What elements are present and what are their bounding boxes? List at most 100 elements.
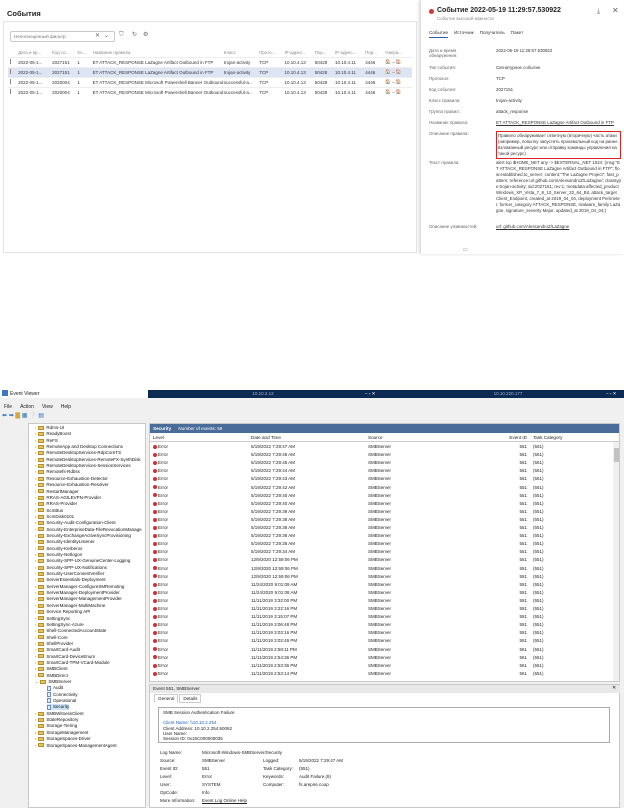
refresh-icon[interactable]: ↻ xyxy=(132,32,137,38)
expand-icon[interactable]: › xyxy=(35,577,36,582)
list-item[interactable]: Error 11/24/2020 9:01:09 AM SMBServer 551 (5… xyxy=(150,582,612,588)
tree-item[interactable]: › RestartManager xyxy=(35,489,79,495)
expand-icon[interactable]: › xyxy=(35,463,36,468)
back-icon[interactable]: ⬅ xyxy=(2,413,7,419)
tree-item[interactable]: › Security-Audit-Configuration-Client xyxy=(35,520,116,526)
list-item[interactable]: Error 5/19/2022 7:29:42 AM SMBServer 551 (55… xyxy=(150,485,612,491)
tree-item[interactable]: › StorageManagement xyxy=(35,730,88,736)
tree-item[interactable]: › StorageSpaces-ManagementAgent xyxy=(35,743,117,749)
tree-item[interactable]: Operational xyxy=(47,698,76,704)
expand-icon[interactable]: › xyxy=(35,647,36,652)
list-item[interactable]: Error 5/19/2022 7:29:34 AM SMBServer 551 (55… xyxy=(150,549,612,555)
expand-icon[interactable]: › xyxy=(35,457,36,462)
tree-item[interactable]: › ReFS xyxy=(35,438,58,444)
expand-icon[interactable]: › xyxy=(35,495,36,500)
tree-item[interactable]: › ServerManager-MultiMachine xyxy=(35,603,105,609)
properties-icon[interactable]: ▦ xyxy=(22,413,28,419)
tab-1[interactable]: Источник xyxy=(454,30,474,35)
tree-item[interactable]: › RemoteDesktopServices-RemoteFX-SynthDis… xyxy=(35,457,141,463)
column-source[interactable]: Source xyxy=(368,433,383,442)
tree-item[interactable]: › SMBClient xyxy=(35,666,68,672)
column-task-category[interactable]: Task Category xyxy=(533,433,562,442)
list-item[interactable]: Error 5/19/2022 7:29:47 AM SMBServer 551 (55… xyxy=(150,444,612,450)
list-item[interactable]: Error 11/11/2019 2:53:36 PM SMBServer 551 (5… xyxy=(150,663,612,669)
tree-item[interactable]: › ServerManager-ManagementProvider xyxy=(35,596,122,602)
tab-0[interactable]: Событие xyxy=(429,30,449,38)
tab-3[interactable]: Пакет xyxy=(511,30,523,35)
list-item[interactable]: Error 5/19/2022 7:29:38 AM SMBServer 551 (55… xyxy=(150,517,612,523)
list-item[interactable]: Error 11/11/2019 3:15:07 PM SMBServer 551 (5… xyxy=(150,614,612,620)
tab-details[interactable]: Details xyxy=(179,694,202,703)
tree-item[interactable]: › SettingSync-Azure xyxy=(35,622,84,628)
tree-item[interactable]: › ScmDisk0101 xyxy=(35,514,74,520)
expand-icon[interactable]: › xyxy=(35,666,36,671)
list-item[interactable]: Error 11/11/2019 3:32:00 PM SMBServer 551 (5… xyxy=(150,598,612,604)
expand-icon[interactable]: › xyxy=(35,489,36,494)
list-item[interactable]: Error 11/11/2019 2:54:36 PM SMBServer 551 (5… xyxy=(150,655,612,661)
expand-icon[interactable]: › xyxy=(35,609,36,614)
scrollbar[interactable] xyxy=(613,442,619,681)
list-item[interactable]: Error 5/19/2022 7:29:44 AM SMBServer 551 (55… xyxy=(150,468,612,474)
tree-item[interactable]: › Rdms-UI xyxy=(35,425,64,431)
scroll-thumb[interactable] xyxy=(614,448,619,462)
expand-icon[interactable]: › xyxy=(35,444,36,449)
tree-item[interactable]: › Resource-Exhaustion-Detector xyxy=(35,476,108,482)
tree-item[interactable]: › ServerEssentials-Deployment xyxy=(35,577,106,583)
expand-icon[interactable]: › xyxy=(35,476,36,481)
expand-icon[interactable]: › xyxy=(35,469,36,474)
list-item[interactable]: Error 11/11/2019 2:58:11 PM SMBServer 551 (5… xyxy=(150,647,612,653)
tree-item[interactable]: ⌄ SMBServer xyxy=(35,679,71,685)
list-item[interactable]: Error 12/9/2020 12:59:06 PM SMBServer 551 (5… xyxy=(150,557,612,563)
expand-icon[interactable]: › xyxy=(35,482,36,487)
expand-icon[interactable]: › xyxy=(35,539,36,544)
tree-item[interactable]: › Remotefs-Rdbss xyxy=(35,469,80,475)
tree-item[interactable]: › SMBDirect xyxy=(35,673,68,679)
list-item[interactable]: Error 5/19/2022 7:29:43 AM SMBServer 551 (55… xyxy=(150,476,612,482)
expand-icon[interactable]: ⌄ xyxy=(35,679,38,684)
tree-item[interactable]: › Resource-Exhaustion-Resolver xyxy=(35,482,109,488)
row-grip-icon[interactable] xyxy=(8,86,19,97)
list-item[interactable]: Error 5/19/2022 7:29:45 AM SMBServer 551 (55… xyxy=(150,460,612,466)
list-item[interactable]: Error 11/11/2019 3:06:48 PM SMBServer 551 (5… xyxy=(150,622,612,628)
expand-icon[interactable]: › xyxy=(35,584,36,589)
column-header[interactable]: Пор... xyxy=(365,49,385,57)
list-item[interactable]: Error 11/11/2019 3:02:49 PM SMBServer 551 (5… xyxy=(150,638,612,644)
tree-item[interactable]: › StorageSpaces-Driver xyxy=(35,736,91,742)
list-item[interactable]: Error 5/19/2022 7:29:40 AM SMBServer 551 (55… xyxy=(150,493,612,499)
expand-icon[interactable]: › xyxy=(35,552,36,557)
tree-item[interactable]: › Shell-ConnectedAccountState xyxy=(35,628,106,634)
tree-item[interactable]: Security xyxy=(47,704,70,711)
menu-item[interactable]: Action xyxy=(20,404,34,410)
online-help-link[interactable]: Event Log Online Help xyxy=(202,798,247,803)
column-header[interactable] xyxy=(8,49,18,57)
expand-icon[interactable]: › xyxy=(35,743,36,748)
tree-item[interactable]: › SmartCard-TPM-VCard-Module xyxy=(35,660,110,666)
tree-item[interactable]: › ReadyBoost xyxy=(35,431,71,437)
tree-item[interactable]: › RemoteApp and Desktop Connections xyxy=(35,444,123,450)
tree-item[interactable]: › Security-SPP-UX-GenuineCenter-Logging xyxy=(35,558,130,564)
expand-icon[interactable]: › xyxy=(35,558,36,563)
expand-icon[interactable]: › xyxy=(35,590,36,595)
column-event-id[interactable]: Event ID xyxy=(485,433,527,442)
expand-icon[interactable]: › xyxy=(35,622,36,627)
expand-icon[interactable]: › xyxy=(35,723,36,728)
tab-general[interactable]: General xyxy=(154,694,179,703)
tree-item[interactable]: › Security-Netlogon xyxy=(35,552,82,558)
window-controls-icon[interactable]: – ▫ ✕ xyxy=(606,390,616,398)
expand-icon[interactable]: › xyxy=(35,508,36,513)
download-icon[interactable]: ⤓ xyxy=(597,8,600,15)
expand-icon[interactable]: › xyxy=(35,501,36,506)
tree-item[interactable]: › Shell-Core xyxy=(35,635,68,641)
expand-icon[interactable]: › xyxy=(35,660,36,665)
table-row[interactable]: 2022-05-1... 2020004 1 ET ATTACK_RESPONSE M… xyxy=(8,76,412,87)
menu-item[interactable]: File xyxy=(4,404,12,410)
help-icon[interactable]: ❔ xyxy=(29,413,36,419)
tree-item[interactable]: › ServerManager-DeploymentProvider xyxy=(35,590,120,596)
clear-icon[interactable]: ✕ xyxy=(95,33,100,39)
list-item[interactable]: Error 11/11/2019 3:03:16 PM SMBServer 551 (5… xyxy=(150,630,612,636)
row-grip-icon[interactable] xyxy=(8,66,19,77)
tree-item[interactable]: › Security-Kerberos xyxy=(35,546,82,552)
column-header[interactable]: IP-адрес... xyxy=(335,49,365,57)
column-date[interactable]: Date and Time xyxy=(251,433,281,442)
expand-icon[interactable]: › xyxy=(35,565,36,570)
